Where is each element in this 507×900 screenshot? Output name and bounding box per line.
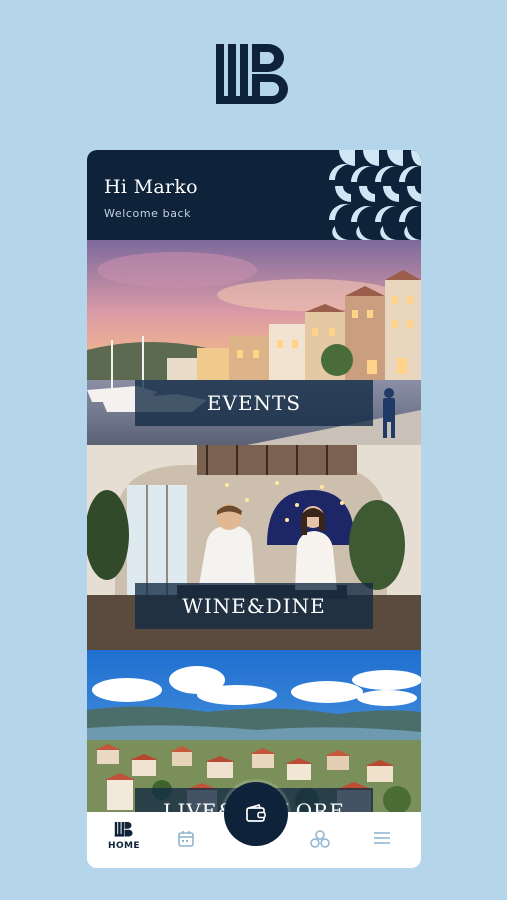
wallet-button[interactable] (224, 782, 288, 846)
wallet-icon (246, 804, 266, 822)
wine-dine-tile[interactable]: WINE&DINE (87, 445, 421, 650)
nav-calendar[interactable] (166, 830, 206, 868)
nav-menu[interactable] (362, 830, 402, 868)
nav-home[interactable]: HOME (104, 822, 144, 862)
nav-home-label: HOME (108, 841, 140, 851)
app-screen: Hi Marko Welcome back EVENTS WINE&DINE H… (87, 150, 421, 868)
greeting-title: Hi Marko (104, 176, 198, 198)
events-tile[interactable]: EVENTS (87, 240, 421, 445)
nav-community[interactable] (300, 830, 340, 868)
app-header: Hi Marko Welcome back (87, 150, 421, 240)
lb-logo-icon (114, 822, 133, 837)
brand-logo (216, 44, 288, 104)
events-label: EVENTS (135, 380, 373, 426)
calendar-icon (178, 831, 194, 847)
welcome-subtitle: Welcome back (104, 207, 192, 220)
menu-icon (374, 832, 390, 844)
wine-dine-label: WINE&DINE (135, 583, 373, 629)
wave-pattern-decoration (329, 150, 421, 240)
circles-icon (310, 830, 330, 848)
